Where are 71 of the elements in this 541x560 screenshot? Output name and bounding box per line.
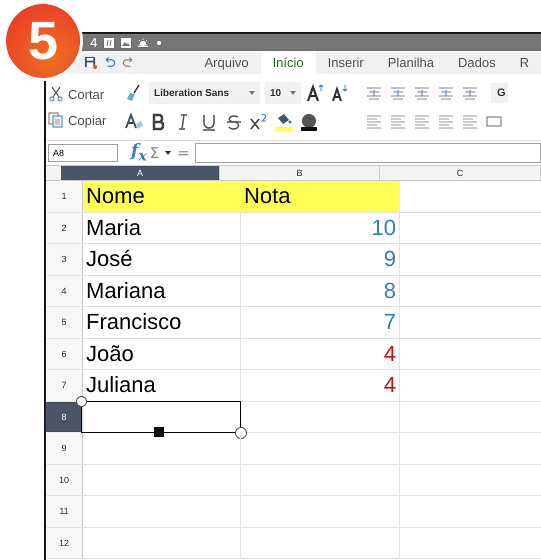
table-cell[interactable]: Francisco: [83, 307, 241, 338]
table-cell[interactable]: 4: [241, 338, 400, 369]
table-cell[interactable]: Mariana: [83, 276, 241, 306]
caret-icon: [165, 151, 172, 155]
ribbon-tab[interactable]: Dados: [446, 51, 508, 74]
cut-button[interactable]: Cortar: [48, 86, 124, 102]
name-box[interactable]: A8: [48, 144, 118, 162]
document-icon: [102, 36, 115, 48]
row-header[interactable]: 5: [46, 307, 83, 338]
style-box[interactable]: G: [491, 83, 508, 103]
caret-icon: [249, 91, 255, 95]
align-icon[interactable]: [389, 113, 407, 131]
ribbon-tab[interactable]: Planilha: [376, 51, 446, 74]
notification-dot-icon: [156, 40, 161, 44]
fill-color-icon[interactable]: [274, 112, 294, 132]
table-cell[interactable]: 9: [241, 244, 400, 274]
row-header[interactable]: 1: [46, 181, 83, 212]
row-header[interactable]: 9: [46, 433, 83, 464]
table-cell[interactable]: 10: [241, 212, 400, 243]
row-header[interactable]: 7: [46, 370, 83, 400]
save-icon[interactable]: [84, 56, 97, 69]
status-text: 4: [90, 36, 98, 50]
font-size-select[interactable]: 10: [265, 82, 301, 104]
table-cell[interactable]: 8: [241, 276, 400, 306]
row-header[interactable]: 8: [46, 402, 83, 432]
column-header[interactable]: B: [220, 166, 380, 180]
ribbon-tab[interactable]: R: [508, 51, 541, 74]
formula-input[interactable]: [194, 143, 541, 163]
row-header[interactable]: 2: [46, 212, 83, 243]
ribbon-tab[interactable]: Inserir: [316, 51, 376, 74]
clear-format-icon[interactable]: [124, 112, 144, 132]
font-select[interactable]: Liberation Sans: [149, 82, 260, 104]
superscript-icon[interactable]: [249, 112, 269, 132]
cell-selection[interactable]: [81, 400, 241, 432]
scissors-icon: [48, 86, 64, 102]
strikethrough-icon[interactable]: [224, 112, 244, 132]
redo-icon[interactable]: [122, 56, 135, 69]
weather-icon: [136, 36, 149, 48]
fill-handle[interactable]: [154, 426, 164, 436]
align-icon[interactable]: [413, 113, 431, 131]
column-header[interactable]: C: [380, 166, 541, 180]
table-cell[interactable]: João: [83, 338, 241, 369]
row-header[interactable]: 10: [46, 464, 83, 495]
table-cell[interactable]: José: [83, 244, 241, 274]
undo-icon[interactable]: [103, 56, 116, 69]
table-cell[interactable]: Maria: [83, 212, 241, 243]
copy-button[interactable]: Copiar: [48, 112, 124, 128]
row-header[interactable]: 11: [46, 496, 83, 526]
selection-handle[interactable]: [235, 426, 247, 438]
function-icon[interactable]: f$_{x}$: [131, 141, 147, 165]
row-header[interactable]: 12: [46, 528, 83, 558]
step-badge: 5: [6, 4, 80, 78]
equals-icon[interactable]: =: [177, 144, 190, 162]
row-header[interactable]: 4: [46, 276, 83, 306]
ribbon-tab[interactable]: Início: [260, 51, 316, 74]
row-header[interactable]: 6: [46, 338, 83, 369]
caret-icon: [290, 91, 296, 95]
grow-font-icon[interactable]: [306, 83, 326, 103]
column-header[interactable]: A: [61, 166, 220, 180]
font-color-icon[interactable]: [299, 112, 319, 132]
table-cell[interactable]: Nota: [241, 181, 400, 212]
ribbon-tab[interactable]: Arquivo: [192, 51, 261, 74]
table-cell[interactable]: 7: [241, 307, 400, 338]
sum-icon[interactable]: Σ: [150, 144, 160, 162]
table-cell[interactable]: 4: [241, 370, 400, 400]
image-icon: [120, 36, 132, 48]
align-icon[interactable]: [365, 113, 383, 131]
align-icon[interactable]: [437, 113, 455, 131]
align-icon[interactable]: [461, 113, 479, 131]
table-cell[interactable]: Nome: [83, 181, 241, 212]
row-header[interactable]: 3: [46, 244, 83, 274]
